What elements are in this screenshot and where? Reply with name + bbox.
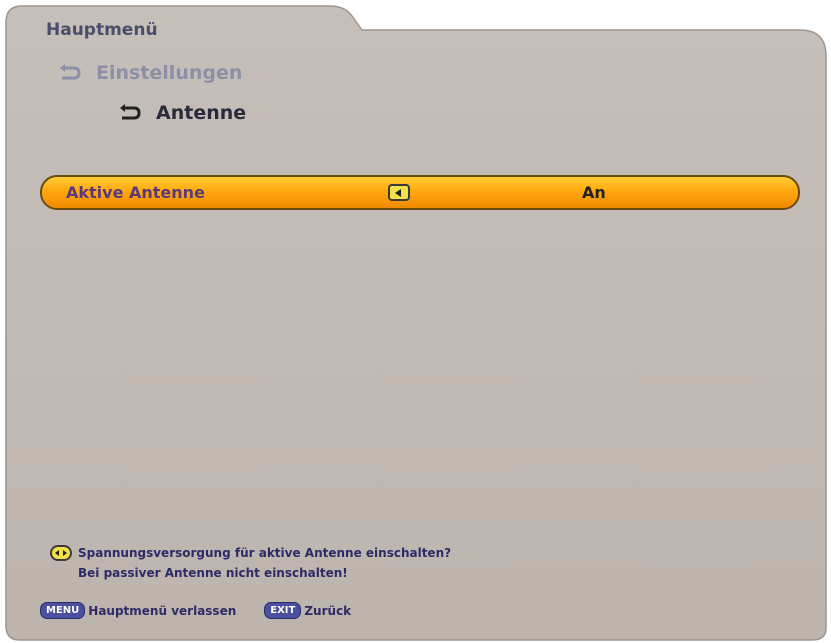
left-right-arrows-icon [50,545,72,561]
breadcrumb-label: Antenne [156,102,247,124]
menu-key-label: Hauptmenü verlassen [88,603,237,618]
breadcrumb-antenne: Antenne [118,102,246,124]
breadcrumb-einstellungen: Einstellungen [58,62,242,84]
page-title: Hauptmenü [46,20,158,40]
setting-label: Aktive Antenne [66,183,205,202]
menu-key-button[interactable]: MENU [40,602,86,619]
help-line-1: Spannungsversorgung für aktive Antenne e… [78,546,452,560]
left-arrow-icon[interactable] [388,184,410,201]
return-arrow-icon [60,64,81,80]
setting-value[interactable]: An [582,183,606,202]
setting-row-aktive-antenne[interactable]: Aktive Antenne An [40,175,800,210]
footer-keys: MENU Hauptmenü verlassen EXIT Zurück [40,602,351,619]
return-arrow-icon [120,104,141,120]
help-line: Spannungsversorgung für aktive Antenne e… [50,543,451,563]
menu-panel: Hauptmenü Einstellungen Antenne Aktive A… [0,0,831,643]
help-line: Bei passiver Antenne nicht einschalten! [50,563,451,583]
help-line-2: Bei passiver Antenne nicht einschalten! [78,566,348,580]
help-text: Spannungsversorgung für aktive Antenne e… [50,543,451,583]
exit-key-button[interactable]: EXIT [264,602,302,619]
breadcrumb-label: Einstellungen [96,62,243,84]
exit-key-label: Zurück [304,603,352,618]
